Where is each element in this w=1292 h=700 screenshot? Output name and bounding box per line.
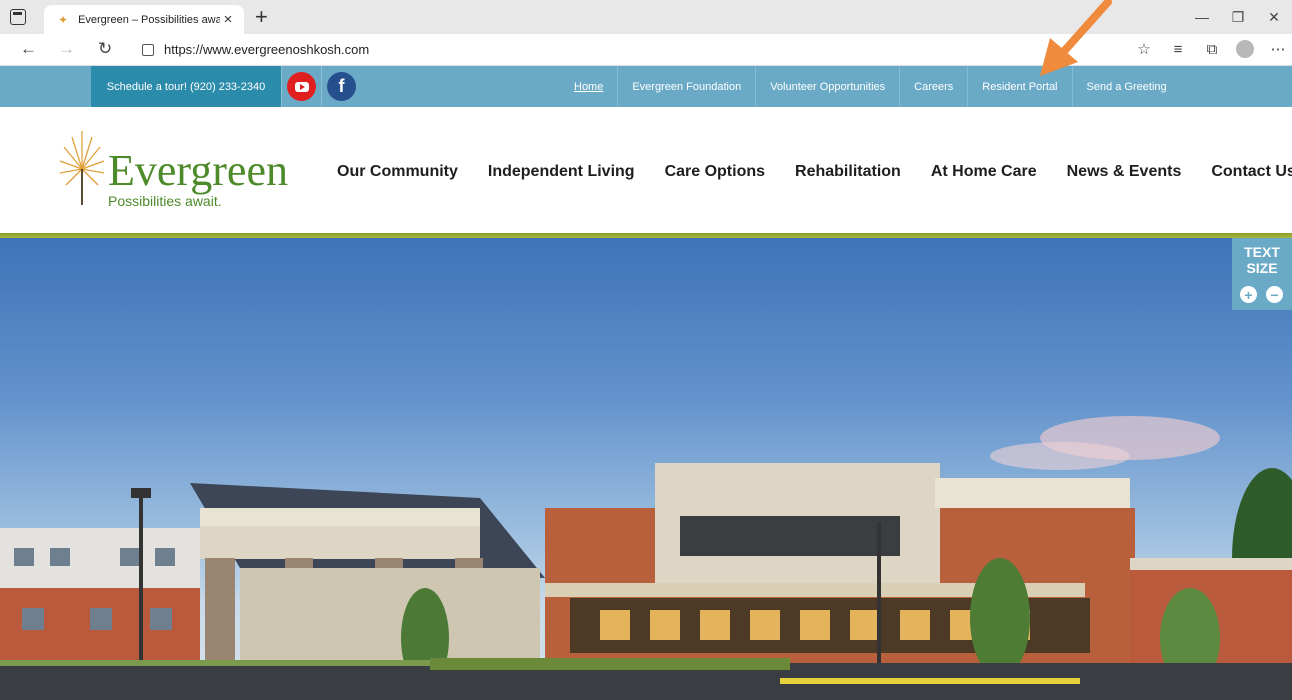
facebook-icon[interactable]: f bbox=[327, 72, 356, 101]
close-tab-icon[interactable]: × bbox=[220, 11, 236, 28]
sunburst-logo-icon bbox=[60, 131, 104, 205]
nav-news-events[interactable]: News & Events bbox=[1067, 163, 1182, 181]
nav-contact-us[interactable]: Contact Us bbox=[1211, 163, 1292, 181]
window-controls: — ❐ ✕ bbox=[1184, 0, 1292, 34]
add-favorite-icon[interactable]: ☆ bbox=[1134, 38, 1154, 60]
brand-tagline: Possibilities await. bbox=[108, 193, 222, 209]
window-close-icon[interactable]: ✕ bbox=[1256, 0, 1292, 34]
browser-toolbar: ☆ ≡ ⧉ ⋯ bbox=[1134, 38, 1288, 60]
site-header: Evergreen Possibilities await. Our Commu… bbox=[0, 107, 1292, 233]
nav-at-home-care[interactable]: At Home Care bbox=[931, 163, 1037, 181]
top-link-volunteer[interactable]: Volunteer Opportunities bbox=[755, 66, 899, 107]
collections-icon[interactable]: ⧉ bbox=[1202, 38, 1222, 60]
favicon-icon: ✦ bbox=[58, 12, 69, 27]
nav-rehabilitation[interactable]: Rehabilitation bbox=[795, 163, 901, 181]
nav-care-options[interactable]: Care Options bbox=[665, 163, 765, 181]
nav-our-community[interactable]: Our Community bbox=[337, 163, 458, 181]
text-size-widget: TEXT SIZE + − bbox=[1232, 238, 1292, 310]
annotation-arrow-icon bbox=[1040, 0, 1112, 76]
top-link-foundation[interactable]: Evergreen Foundation bbox=[617, 66, 755, 107]
top-link-careers[interactable]: Careers bbox=[899, 66, 967, 107]
top-link-home[interactable]: Home bbox=[560, 66, 617, 107]
youtube-icon[interactable] bbox=[287, 72, 316, 101]
favorites-icon[interactable]: ≡ bbox=[1168, 38, 1188, 60]
divider bbox=[321, 66, 322, 107]
text-size-decrease-button[interactable]: − bbox=[1266, 286, 1283, 303]
lock-icon[interactable] bbox=[142, 43, 154, 56]
main-nav: Our Community Independent Living Care Op… bbox=[337, 163, 1292, 181]
building-photo bbox=[0, 416, 1292, 700]
refresh-icon[interactable]: ↻ bbox=[98, 39, 112, 59]
brand-name: Evergreen bbox=[108, 146, 288, 195]
divider bbox=[281, 66, 282, 107]
hero-image: TEXT SIZE + − bbox=[0, 238, 1292, 700]
forward-icon[interactable]: → bbox=[58, 39, 75, 59]
text-size-label: TEXT SIZE bbox=[1244, 244, 1280, 276]
evergreen-logo[interactable]: Evergreen Possibilities await. bbox=[60, 129, 290, 209]
profile-avatar[interactable] bbox=[1236, 40, 1254, 58]
text-size-increase-button[interactable]: + bbox=[1240, 286, 1257, 303]
new-tab-icon[interactable]: + bbox=[255, 4, 268, 30]
schedule-tour-link[interactable]: Schedule a tour! (920) 233-2340 bbox=[91, 66, 281, 107]
more-icon[interactable]: ⋯ bbox=[1268, 38, 1288, 60]
url-text: https://www.evergreenoshkosh.com bbox=[164, 42, 370, 57]
url-field[interactable]: https://www.evergreenoshkosh.com bbox=[130, 37, 1130, 62]
back-icon[interactable]: ← bbox=[20, 39, 37, 59]
browser-tab[interactable]: ✦ Evergreen – Possibilities await. × bbox=[44, 5, 244, 34]
minimize-icon[interactable]: — bbox=[1184, 0, 1220, 34]
tab-title: Evergreen – Possibilities await. bbox=[78, 13, 220, 26]
nav-independent-living[interactable]: Independent Living bbox=[488, 163, 635, 181]
tab-actions-icon[interactable] bbox=[10, 9, 26, 25]
maximize-icon[interactable]: ❐ bbox=[1220, 0, 1256, 34]
